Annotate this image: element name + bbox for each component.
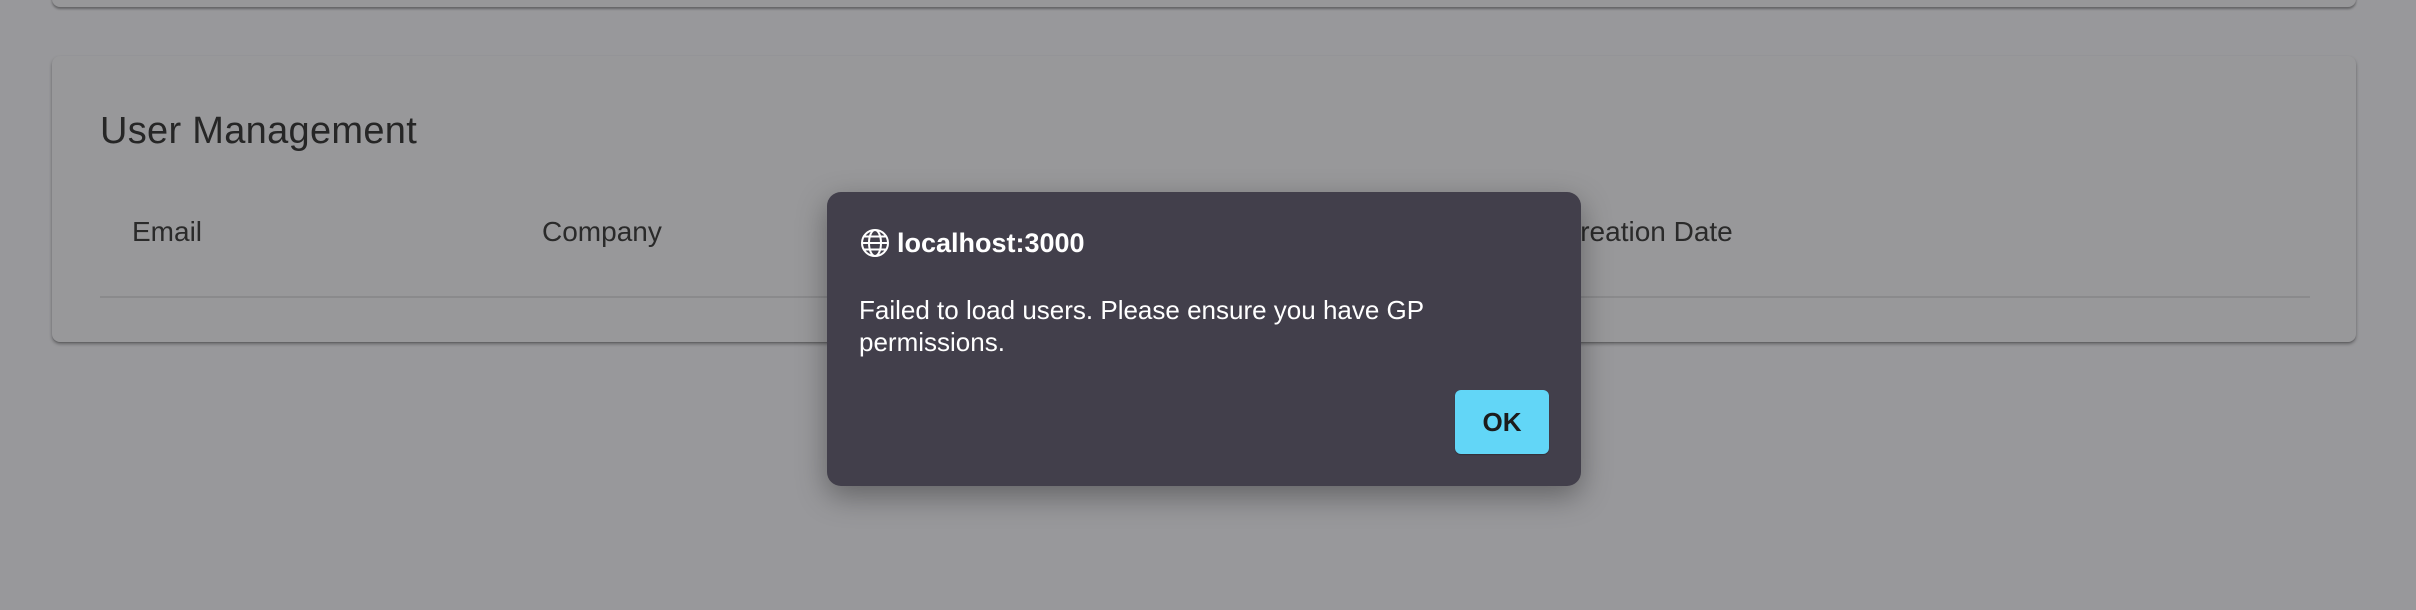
globe-icon xyxy=(859,227,891,259)
dialog-header: localhost:3000 xyxy=(859,226,1085,260)
alert-dialog: localhost:3000 Failed to load users. Ple… xyxy=(827,192,1581,486)
column-header-email[interactable]: Email xyxy=(132,216,202,248)
top-card xyxy=(52,0,2356,7)
dialog-message: Failed to load users. Please ensure you … xyxy=(859,295,1424,357)
column-header-creation-date[interactable]: Creation Date xyxy=(1560,216,1733,248)
dialog-origin: localhost:3000 xyxy=(897,227,1085,258)
page-title: User Management xyxy=(100,110,418,152)
page-backdrop: User Management Email Company Creation D… xyxy=(0,0,2416,610)
column-header-company[interactable]: Company xyxy=(542,216,662,248)
ok-button[interactable]: OK xyxy=(1455,390,1549,454)
